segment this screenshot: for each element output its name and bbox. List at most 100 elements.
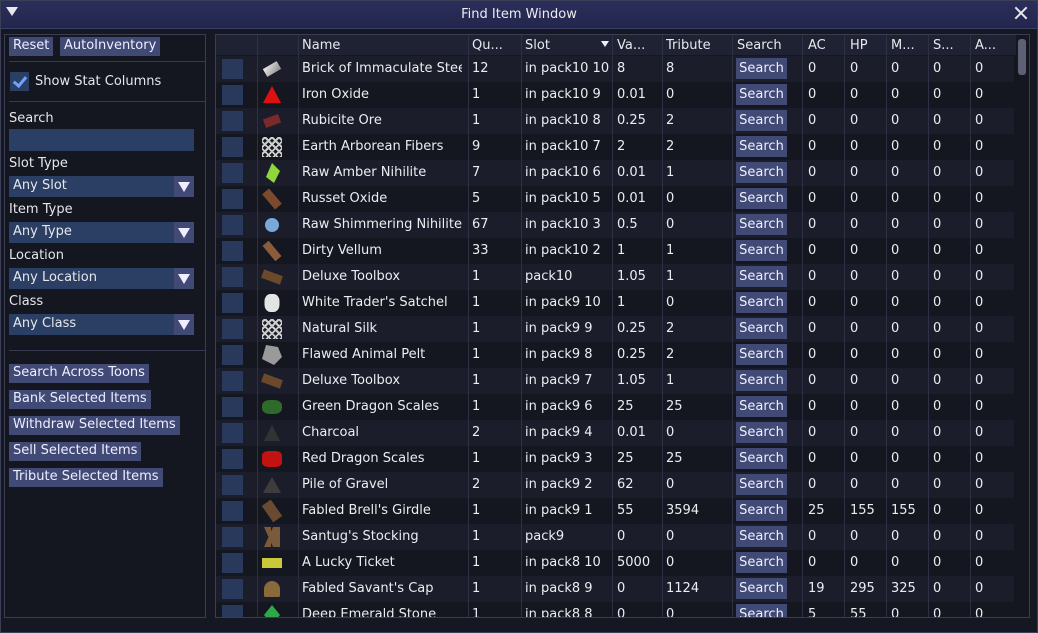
- slot-type-select[interactable]: Any Slot: [9, 176, 194, 197]
- row-search-button[interactable]: Search: [736, 422, 787, 443]
- table-row[interactable]: Flawed Animal Pelt 1 in pack9 8 0.25 2 0 0 0 0 0 S…: [216, 342, 1014, 368]
- withdraw-selected-items-button[interactable]: Withdraw Selected Items: [9, 416, 180, 435]
- table-row[interactable]: Russet Oxide 5 in pack10 5 0.01 0 0 0 0 0 0 Search: [216, 186, 1014, 212]
- row-search-button[interactable]: Search: [736, 214, 787, 235]
- column-header-quantity[interactable]: Qu...: [472, 38, 516, 53]
- column-header-name[interactable]: Name: [302, 38, 462, 53]
- item-type-select[interactable]: Any Type: [9, 222, 194, 243]
- table-row[interactable]: A Lucky Ticket 1 in pack8 10 5000 0 0 0 0 0 0 Sear…: [216, 550, 1014, 576]
- row-search-button[interactable]: Search: [736, 370, 787, 391]
- row-select-checkbox[interactable]: [222, 553, 243, 573]
- table-row[interactable]: Santug's Stocking 1 pack9 0 0 0 0 0 0 0 Search: [216, 524, 1014, 550]
- table-row[interactable]: White Trader's Satchel 1 in pack9 10 1 0 0 0 0 0…: [216, 290, 1014, 316]
- row-select-checkbox[interactable]: [222, 111, 243, 131]
- table-row[interactable]: Natural Silk 1 in pack9 9 0.25 2 0 0 0 0 0 Search: [216, 316, 1014, 342]
- row-select-checkbox[interactable]: [222, 241, 243, 261]
- table-row[interactable]: Iron Oxide 1 in pack10 9 0.01 0 0 0 0 0 0 Search: [216, 82, 1014, 108]
- row-search-button[interactable]: Search: [736, 396, 787, 417]
- column-divider: [468, 35, 469, 617]
- row-search-button[interactable]: Search: [736, 188, 787, 209]
- row-search-button[interactable]: Search: [736, 110, 787, 131]
- row-search-button[interactable]: Search: [736, 500, 787, 521]
- row-search-button[interactable]: Search: [736, 344, 787, 365]
- table-row[interactable]: Deluxe Toolbox 1 pack10 1.05 1 0 0 0 0 0 Search: [216, 264, 1014, 290]
- row-search-button[interactable]: Search: [736, 266, 787, 287]
- row-select-checkbox[interactable]: [222, 449, 243, 469]
- row-search-button[interactable]: Search: [736, 162, 787, 183]
- autoinventory-button[interactable]: AutoInventory: [60, 37, 161, 56]
- reset-button[interactable]: Reset: [9, 37, 54, 56]
- show-stat-columns-checkbox[interactable]: [10, 72, 29, 91]
- row-search-button[interactable]: Search: [736, 604, 787, 617]
- row-search-button[interactable]: Search: [736, 578, 787, 599]
- row-select-checkbox[interactable]: [222, 85, 243, 105]
- row-select-checkbox[interactable]: [222, 501, 243, 521]
- search-across-toons-button[interactable]: Search Across Toons: [9, 364, 149, 383]
- chevron-down-icon[interactable]: [174, 176, 194, 197]
- row-search-button[interactable]: Search: [736, 526, 787, 547]
- row-search-button[interactable]: Search: [736, 84, 787, 105]
- close-icon[interactable]: [1014, 6, 1028, 20]
- column-header-hp[interactable]: HP: [850, 38, 886, 53]
- row-select-checkbox[interactable]: [222, 397, 243, 417]
- search-input[interactable]: [9, 129, 194, 151]
- table-row[interactable]: Raw Amber Nihilite 7 in pack10 6 0.01 1 0 0 0 0 0…: [216, 160, 1014, 186]
- row-search-button[interactable]: Search: [736, 136, 787, 157]
- title-bar[interactable]: Find Item Window: [1, 1, 1037, 29]
- table-row[interactable]: Dirty Vellum 33 in pack10 2 1 1 0 0 0 0 0 Search: [216, 238, 1014, 264]
- table-row[interactable]: Pile of Gravel 2 in pack9 2 62 0 0 0 0 0 0 Search: [216, 472, 1014, 498]
- table-row[interactable]: Raw Shimmering Nihilite 67 in pack10 3 0.5 0…: [216, 212, 1014, 238]
- row-select-checkbox[interactable]: [222, 59, 243, 79]
- column-header-ac[interactable]: AC: [808, 38, 844, 53]
- chevron-down-icon[interactable]: [174, 222, 194, 243]
- table-row[interactable]: Deluxe Toolbox 1 in pack9 7 1.05 1 0 0 0 0 0 Searc…: [216, 368, 1014, 394]
- row-select-checkbox[interactable]: [222, 293, 243, 313]
- row-select-checkbox[interactable]: [222, 423, 243, 443]
- bank-selected-items-button[interactable]: Bank Selected Items: [9, 390, 151, 409]
- table-row[interactable]: Earth Arborean Fibers 9 in pack10 7 2 2 0 0 0 0 0…: [216, 134, 1014, 160]
- row-select-checkbox[interactable]: [222, 475, 243, 495]
- column-header-tribute[interactable]: Tribute: [666, 38, 726, 53]
- row-search-button[interactable]: Search: [736, 240, 787, 261]
- row-select-checkbox[interactable]: [222, 189, 243, 209]
- vertical-scrollbar[interactable]: [1016, 37, 1028, 617]
- scrollbar-thumb[interactable]: [1018, 39, 1026, 75]
- table-row[interactable]: Rubicite Ore 1 in pack10 8 0.25 2 0 0 0 0 0 Search: [216, 108, 1014, 134]
- row-select-checkbox[interactable]: [222, 605, 243, 617]
- row-select-checkbox[interactable]: [222, 319, 243, 339]
- table-row[interactable]: Red Dragon Scales 1 in pack9 3 25 25 0 0 0 0 0 Sea…: [216, 446, 1014, 472]
- table-row[interactable]: Fabled Brell's Girdle 1 in pack9 1 55 3594 25…: [216, 498, 1014, 524]
- table-row[interactable]: Brick of Immaculate Steel 12 in pack10 10 8…: [216, 56, 1014, 82]
- row-search-button[interactable]: Search: [736, 474, 787, 495]
- row-search-button[interactable]: Search: [736, 58, 787, 79]
- row-select-checkbox[interactable]: [222, 579, 243, 599]
- row-select-checkbox[interactable]: [222, 137, 243, 157]
- column-header-slot[interactable]: Slot: [525, 38, 595, 53]
- row-search-button[interactable]: Search: [736, 448, 787, 469]
- row-select-checkbox[interactable]: [222, 163, 243, 183]
- class-select[interactable]: Any Class: [9, 314, 194, 335]
- row-search-button[interactable]: Search: [736, 318, 787, 339]
- row-select-checkbox[interactable]: [222, 215, 243, 235]
- row-select-checkbox[interactable]: [222, 371, 243, 391]
- table-row[interactable]: Charcoal 2 in pack9 4 0.01 0 0 0 0 0 0 Search: [216, 420, 1014, 446]
- column-header-s[interactable]: S...: [933, 38, 969, 53]
- sell-selected-items-button[interactable]: Sell Selected Items: [9, 442, 142, 461]
- cell-ac: 0: [808, 139, 817, 154]
- location-select[interactable]: Any Location: [9, 268, 194, 289]
- row-select-checkbox[interactable]: [222, 345, 243, 365]
- row-search-button[interactable]: Search: [736, 292, 787, 313]
- tribute-selected-items-button[interactable]: Tribute Selected Items: [9, 468, 163, 487]
- table-row[interactable]: Green Dragon Scales 1 in pack9 6 25 25 0 0 0 0 0 S…: [216, 394, 1014, 420]
- table-row[interactable]: Deep Emerald Stone 1 in pack8 8 0 0 5 55 0 0 0 Sea…: [216, 602, 1014, 617]
- column-header-mana[interactable]: M...: [891, 38, 927, 53]
- row-search-button[interactable]: Search: [736, 552, 787, 573]
- column-header-value[interactable]: Va...: [617, 38, 657, 53]
- column-header-a[interactable]: A...: [975, 38, 1011, 53]
- chevron-down-icon[interactable]: [174, 268, 194, 289]
- row-select-checkbox[interactable]: [222, 527, 243, 547]
- row-select-checkbox[interactable]: [222, 267, 243, 287]
- table-row[interactable]: Fabled Savant's Cap 1 in pack8 9 0 1124 19 295…: [216, 576, 1014, 602]
- chevron-down-icon[interactable]: [174, 314, 194, 335]
- column-header-search[interactable]: Search: [737, 38, 797, 53]
